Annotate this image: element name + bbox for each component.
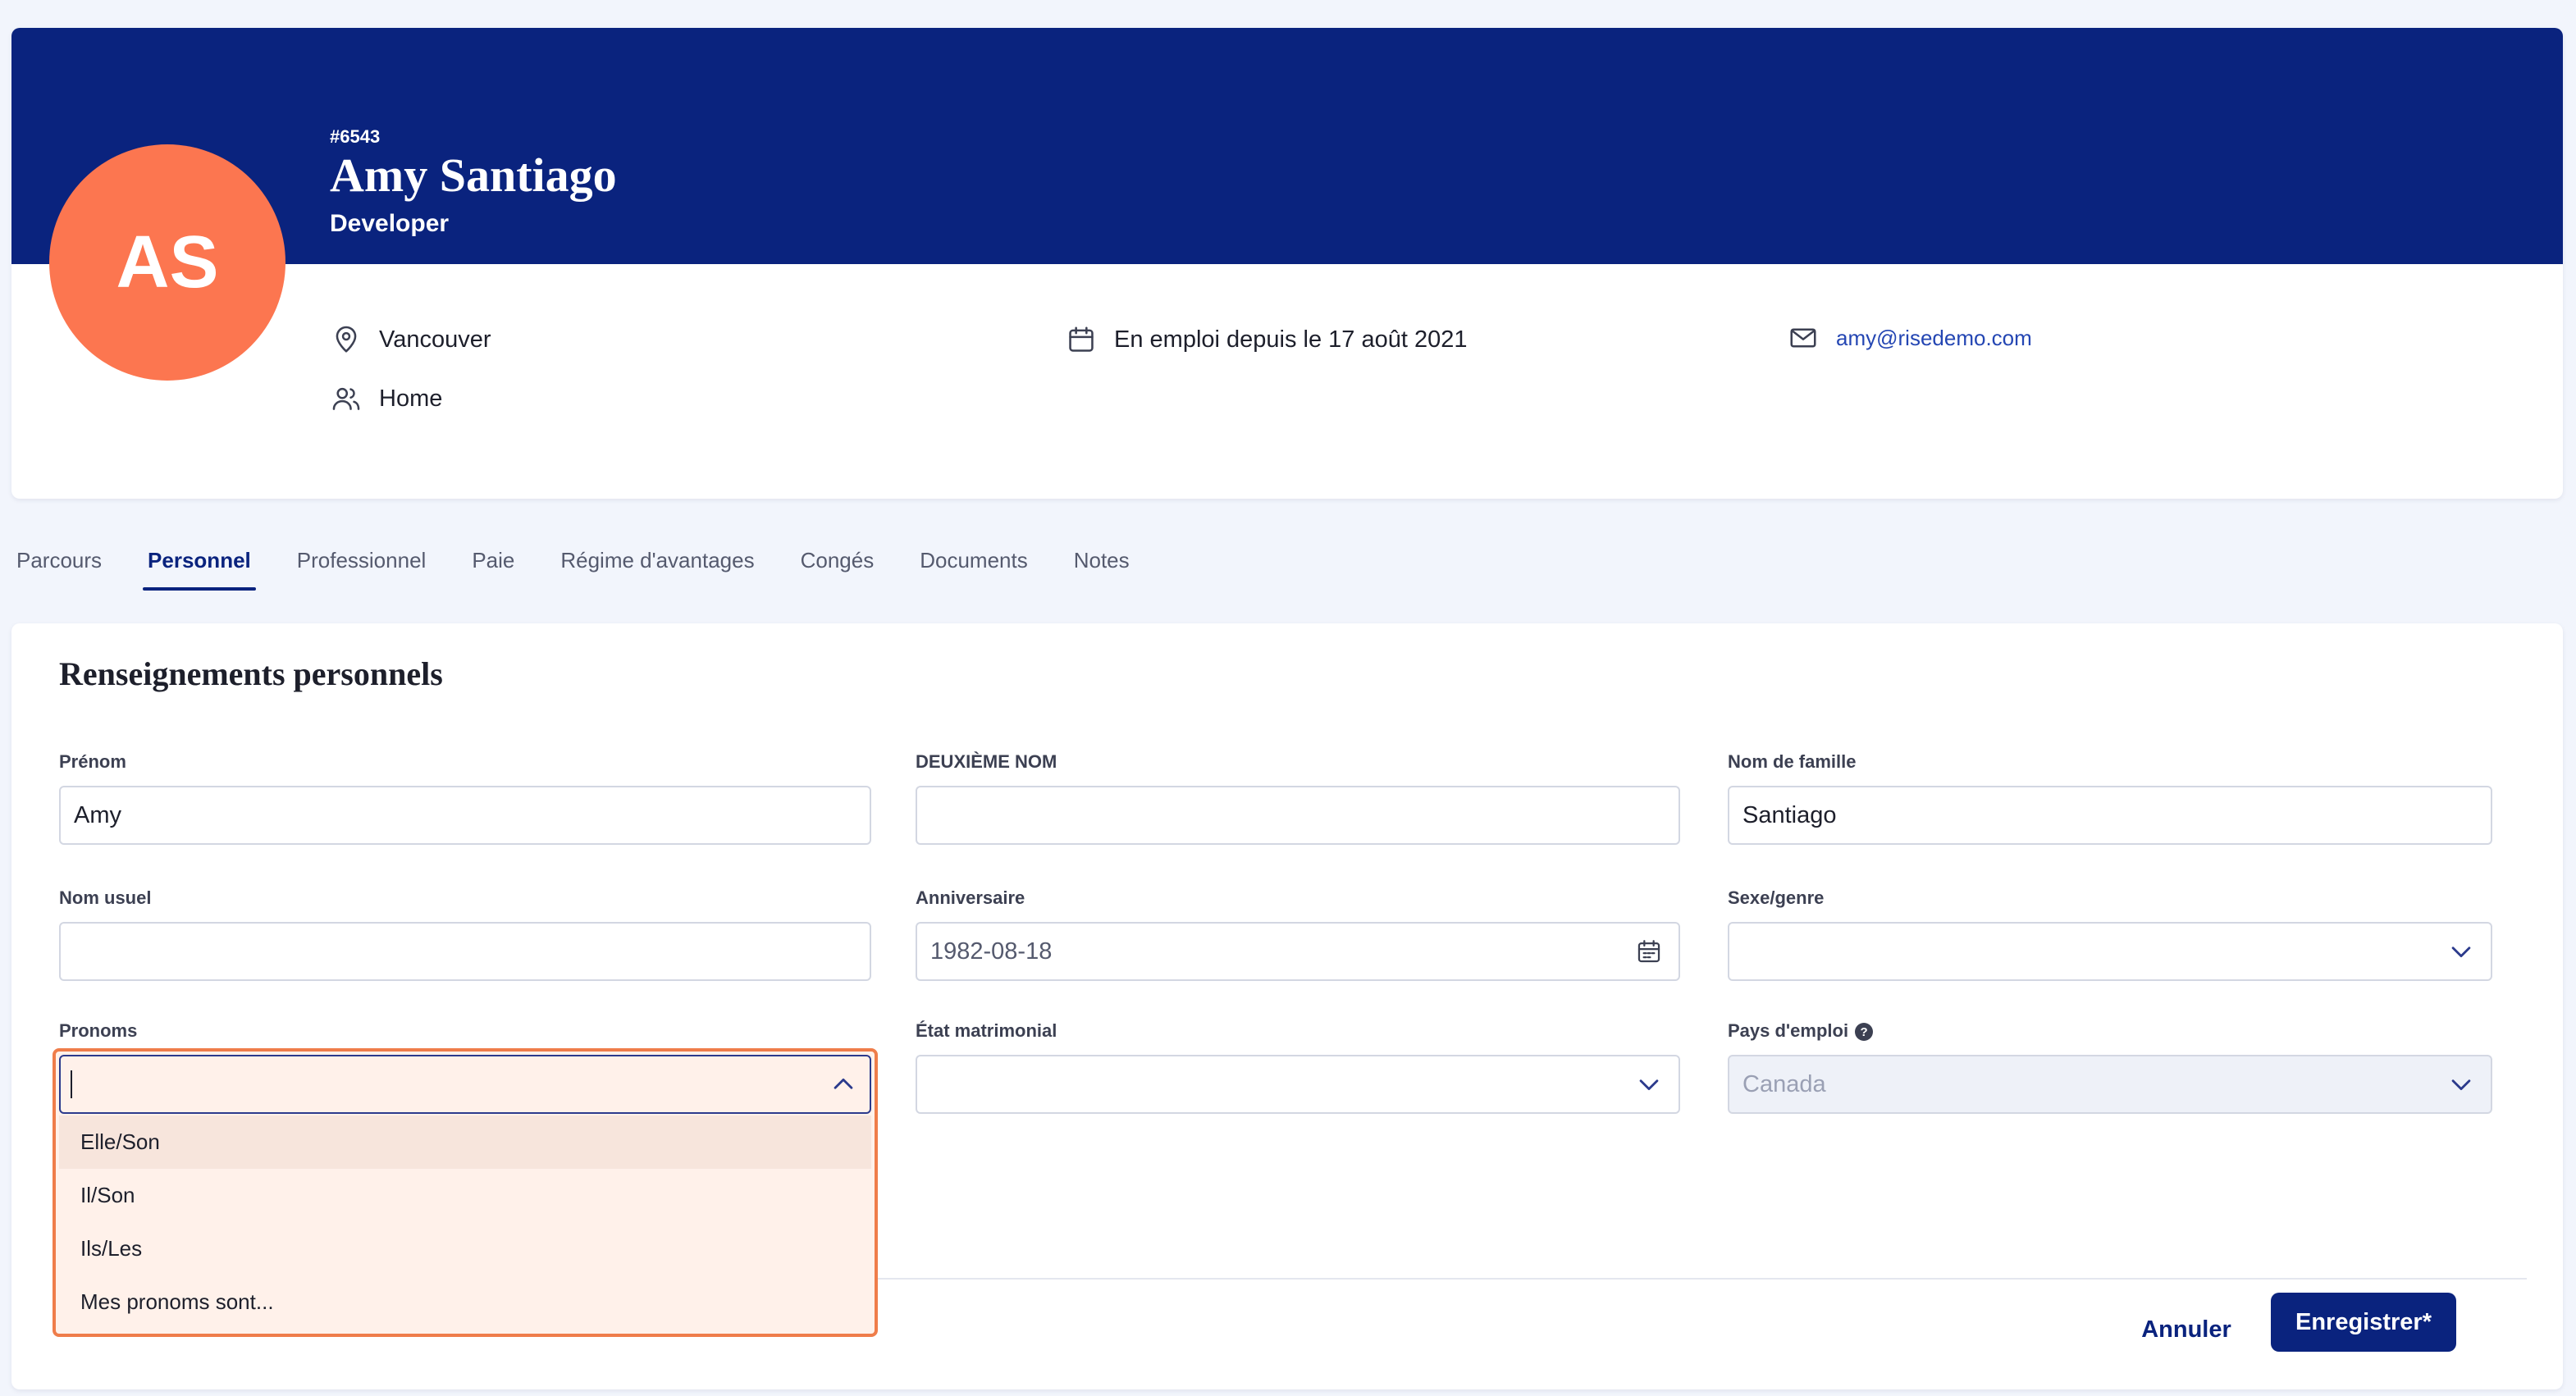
tab-conges[interactable]: Congés [801, 541, 875, 592]
middle-name-label: DEUXIÈME NOM [916, 751, 1057, 772]
employee-role: Developer [330, 210, 450, 237]
users-icon [330, 382, 363, 415]
preferred-name-label: Nom usuel [59, 887, 152, 908]
middle-name-input[interactable] [916, 786, 1680, 845]
country-label-text: Pays d'emploi [1728, 1020, 1849, 1041]
tab-documents[interactable]: Documents [920, 541, 1028, 592]
tab-professionnel[interactable]: Professionnel [297, 541, 427, 592]
country-value: Canada [1742, 1070, 1826, 1097]
last-name-label: Nom de famille [1728, 751, 1857, 772]
info-icon[interactable]: ? [1855, 1023, 1874, 1042]
last-name-field: Nom de famille Santiago [1728, 751, 2492, 845]
cancel-button[interactable]: Annuler [2125, 1301, 2248, 1358]
chevron-down-icon [2445, 1068, 2478, 1101]
first-name-label: Prénom [59, 751, 126, 772]
calendar-icon [1065, 323, 1098, 356]
marital-status-label: État matrimonial [916, 1020, 1057, 1041]
location-text: Vancouver [379, 326, 491, 353]
employment-date-info: En emploi depuis le 17 août 2021 [1065, 323, 1467, 356]
chevron-down-icon [2445, 935, 2478, 968]
preferred-name-input[interactable] [59, 922, 871, 981]
country-field: Pays d'emploi? Canada [1728, 1020, 2492, 1114]
avatar: AS [49, 144, 285, 381]
employment-date-text: En emploi depuis le 17 août 2021 [1114, 326, 1468, 353]
middle-name-field: DEUXIÈME NOM [916, 751, 1680, 845]
chevron-up-icon[interactable] [827, 1068, 860, 1101]
tab-personnel[interactable]: Personnel [143, 541, 256, 592]
personal-info-form: Renseignements personnels Prénom Amy DEU… [11, 623, 2563, 1389]
tab-regime-avantages[interactable]: Régime d'avantages [560, 541, 754, 592]
pronouns-label: Pronoms [59, 1020, 138, 1041]
tab-paie[interactable]: Paie [472, 541, 514, 592]
birthday-input[interactable]: 1982-08-18 [916, 922, 1680, 981]
birthday-field: Anniversaire 1982-08-18 [916, 887, 1680, 981]
birthday-value: 1982-08-18 [930, 938, 1053, 965]
profile-tabs: Parcours Personnel Professionnel Paie Ré… [16, 541, 1176, 592]
first-name-input[interactable]: Amy [59, 786, 871, 845]
last-name-input[interactable]: Santiago [1728, 786, 2492, 845]
gender-field: Sexe/genre [1728, 887, 2492, 981]
pronouns-input[interactable] [59, 1055, 871, 1114]
chevron-down-icon [1633, 1068, 1665, 1101]
tab-notes[interactable]: Notes [1074, 541, 1130, 592]
pronoun-option-elle-son[interactable]: Elle/Son [59, 1115, 871, 1169]
pronoun-option-ils-les[interactable]: Ils/Les [59, 1222, 871, 1275]
gender-label: Sexe/genre [1728, 887, 1825, 908]
location-info: Vancouver [330, 323, 491, 356]
pronouns-options: Elle/Son Il/Son Ils/Les Mes pronoms sont… [59, 1115, 871, 1329]
marital-status-select[interactable] [916, 1055, 1680, 1114]
map-pin-icon [330, 323, 363, 356]
last-name-value: Santiago [1742, 801, 1837, 828]
email-info: amy@risedemo.com [1787, 322, 2032, 354]
section-title: Renseignements personnels [59, 655, 443, 692]
team-info: Home [330, 382, 442, 415]
team-text: Home [379, 385, 443, 412]
country-label: Pays d'emploi? [1728, 1020, 2492, 1042]
employee-id: #6543 [330, 126, 381, 147]
text-caret [71, 1070, 72, 1098]
pronouns-dropdown: Elle/Son Il/Son Ils/Les Mes pronoms sont… [53, 1048, 878, 1337]
tab-parcours[interactable]: Parcours [16, 541, 102, 592]
calendar-icon[interactable] [1633, 935, 1665, 968]
country-select: Canada [1728, 1055, 2492, 1114]
birthday-label: Anniversaire [916, 887, 1025, 908]
profile-card: AS #6543 Amy Santiago Developer Vancouve… [11, 28, 2563, 499]
form-divider [878, 1278, 2527, 1280]
pronoun-option-il-son[interactable]: Il/Son [59, 1169, 871, 1222]
gender-select[interactable] [1728, 922, 2492, 981]
save-button[interactable]: Enregistrer* [2271, 1293, 2456, 1352]
preferred-name-field: Nom usuel [59, 887, 871, 981]
email-link[interactable]: amy@risedemo.com [1836, 326, 2032, 351]
first-name-value: Amy [74, 801, 121, 828]
employee-name: Amy Santiago [330, 148, 617, 202]
pronoun-option-custom[interactable]: Mes pronoms sont... [59, 1275, 871, 1329]
marital-status-field: État matrimonial [916, 1020, 1680, 1114]
mail-icon [1787, 322, 1820, 354]
first-name-field: Prénom Amy [59, 751, 871, 845]
